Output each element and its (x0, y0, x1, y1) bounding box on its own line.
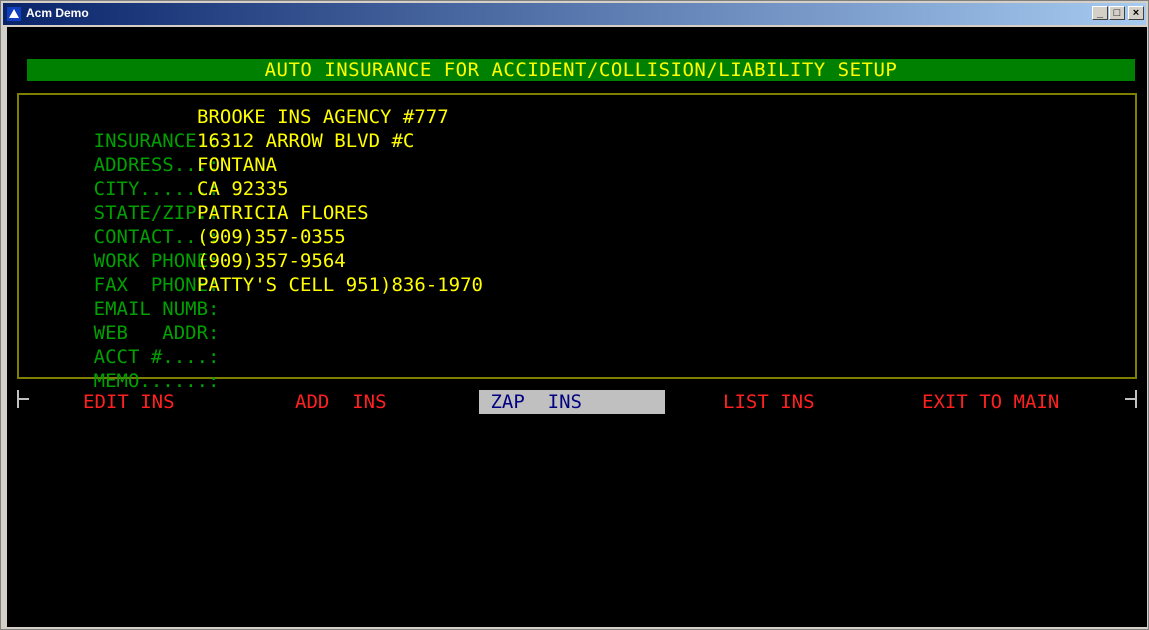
field-value[interactable]: 16312 ARROW BLVD #C (197, 129, 414, 153)
app-icon (7, 7, 21, 21)
screen-banner: AUTO INSURANCE FOR ACCIDENT/COLLISION/LI… (27, 59, 1135, 81)
field-value[interactable]: PATRICIA FLORES (197, 201, 369, 225)
app-window: Acm Demo _ □ × AUTO INSURANCE FOR ACCIDE… (0, 0, 1149, 630)
field-value[interactable]: BROOKE INS AGENCY #777 (197, 105, 449, 129)
menu-right-bracket (1125, 390, 1137, 408)
menu-zap-ins[interactable]: ZAP INS (479, 390, 665, 414)
menu-exit-to-main[interactable]: EXIT TO MAIN (922, 390, 1059, 414)
field-value[interactable]: (909)357-9564 (197, 249, 346, 273)
close-button[interactable]: × (1128, 6, 1144, 20)
minimize-button[interactable]: _ (1092, 6, 1108, 20)
field-value[interactable]: (909)357-0355 (197, 225, 346, 249)
field-value[interactable]: CA 92335 (197, 177, 289, 201)
menu-add-ins[interactable]: ADD INS (295, 390, 387, 414)
console-screen[interactable]: AUTO INSURANCE FOR ACCIDENT/COLLISION/LI… (7, 27, 1147, 627)
menu-left-bracket (17, 390, 29, 408)
field-value[interactable]: PATTY'S CELL 951)836-1970 (197, 273, 483, 297)
maximize-button[interactable]: □ (1109, 6, 1125, 20)
field-value[interactable]: FONTANA (197, 153, 277, 177)
menu-list-ins[interactable]: LIST INS (723, 390, 815, 414)
menu-edit-ins[interactable]: EDIT INS (83, 390, 175, 414)
field-label: MEMO......: (93, 370, 220, 392)
window-title: Acm Demo (26, 6, 89, 20)
title-bar[interactable]: Acm Demo _ □ × (3, 3, 1146, 25)
